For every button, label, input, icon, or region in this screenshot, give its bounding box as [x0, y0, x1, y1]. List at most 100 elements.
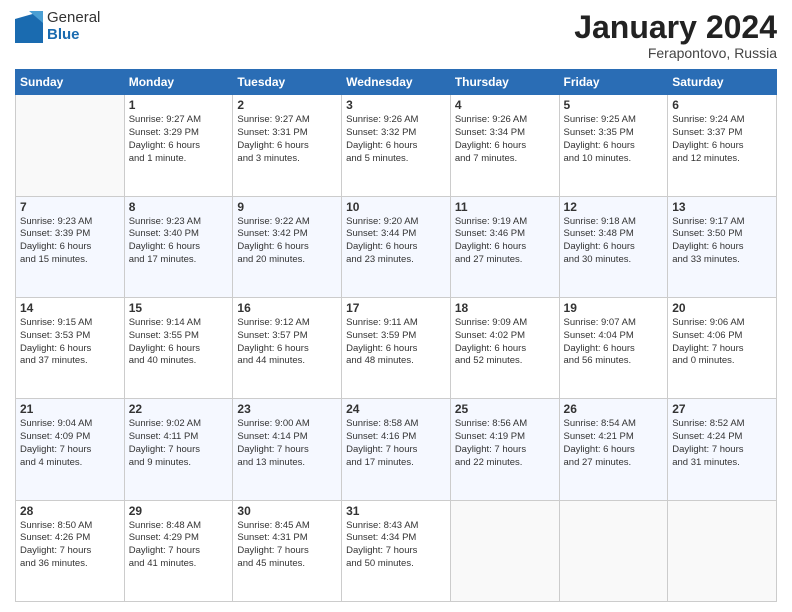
day-detail: Sunrise: 9:04 AM Sunset: 4:09 PM Dayligh… [20, 418, 120, 469]
header-wednesday: Wednesday [342, 70, 451, 95]
day-number: 7 [20, 200, 120, 214]
day-number: 11 [455, 200, 555, 214]
calendar-cell: 11Sunrise: 9:19 AM Sunset: 3:46 PM Dayli… [450, 196, 559, 297]
logo-icon [15, 11, 43, 43]
day-number: 8 [129, 200, 229, 214]
day-number: 6 [672, 98, 772, 112]
day-detail: Sunrise: 8:43 AM Sunset: 4:34 PM Dayligh… [346, 520, 446, 571]
logo: General Blue [15, 10, 100, 43]
calendar-cell: 26 Sunrise: 8:54 AM Sunset: 4:21 PM Dayli… [559, 399, 668, 500]
day-detail: Sunrise: 8:56 AM Sunset: 4:19 PM Dayligh… [455, 418, 555, 469]
calendar-cell: 17 Sunrise: 9:11 AM Sunset: 3:59 PM Dayli… [342, 297, 451, 398]
calendar-cell: 8 Sunrise: 9:23 AM Sunset: 3:40 PM Daylig… [124, 196, 233, 297]
header: General Blue January 2024 Ferapontovo, R… [15, 10, 777, 61]
day-detail: Sunrise: 9:00 AM Sunset: 4:14 PM Dayligh… [237, 418, 337, 469]
day-number: 27 [672, 402, 772, 416]
calendar-cell: 19Sunrise: 9:07 AM Sunset: 4:04 PM Dayli… [559, 297, 668, 398]
day-detail: Sunrise: 9:27 AM Sunset: 3:31 PM Dayligh… [237, 114, 337, 165]
calendar-cell [16, 95, 125, 196]
calendar-week-5: 28 Sunrise: 8:50 AM Sunset: 4:26 PM Dayli… [16, 500, 777, 601]
header-thursday: Thursday [450, 70, 559, 95]
calendar-cell: 7Sunrise: 9:23 AM Sunset: 3:39 PM Daylig… [16, 196, 125, 297]
day-detail: Sunrise: 9:24 AM Sunset: 3:37 PM Dayligh… [672, 114, 772, 165]
day-detail: Sunrise: 9:17 AM Sunset: 3:50 PM Dayligh… [672, 216, 772, 267]
day-detail: Sunrise: 8:50 AM Sunset: 4:26 PM Dayligh… [20, 520, 120, 571]
calendar-cell: 16 Sunrise: 9:12 AM Sunset: 3:57 PM Dayli… [233, 297, 342, 398]
calendar-cell: 30Sunrise: 8:45 AM Sunset: 4:31 PM Dayli… [233, 500, 342, 601]
calendar-header: Sunday Monday Tuesday Wednesday Thursday… [16, 70, 777, 95]
day-detail: Sunrise: 9:11 AM Sunset: 3:59 PM Dayligh… [346, 317, 446, 368]
calendar-week-4: 21 Sunrise: 9:04 AM Sunset: 4:09 PM Dayli… [16, 399, 777, 500]
day-number: 24 [346, 402, 446, 416]
calendar-cell: 20Sunrise: 9:06 AM Sunset: 4:06 PM Dayli… [668, 297, 777, 398]
header-row: Sunday Monday Tuesday Wednesday Thursday… [16, 70, 777, 95]
calendar-cell: 6 Sunrise: 9:24 AM Sunset: 3:37 PM Daylig… [668, 95, 777, 196]
calendar-body: 1 Sunrise: 9:27 AM Sunset: 3:29 PM Daylig… [16, 95, 777, 602]
day-number: 20 [672, 301, 772, 315]
calendar-cell: 9 Sunrise: 9:22 AM Sunset: 3:42 PM Daylig… [233, 196, 342, 297]
calendar-cell: 1 Sunrise: 9:27 AM Sunset: 3:29 PM Daylig… [124, 95, 233, 196]
day-detail: Sunrise: 9:26 AM Sunset: 3:34 PM Dayligh… [455, 114, 555, 165]
calendar-week-1: 1 Sunrise: 9:27 AM Sunset: 3:29 PM Daylig… [16, 95, 777, 196]
day-number: 1 [129, 98, 229, 112]
logo-text: General Blue [47, 10, 100, 43]
day-number: 9 [237, 200, 337, 214]
day-number: 2 [237, 98, 337, 112]
calendar-cell [668, 500, 777, 601]
header-tuesday: Tuesday [233, 70, 342, 95]
calendar-cell: 15 Sunrise: 9:14 AM Sunset: 3:55 PM Dayli… [124, 297, 233, 398]
header-sunday: Sunday [16, 70, 125, 95]
day-detail: Sunrise: 9:23 AM Sunset: 3:40 PM Dayligh… [129, 216, 229, 267]
day-number: 5 [564, 98, 664, 112]
day-detail: Sunrise: 8:48 AM Sunset: 4:29 PM Dayligh… [129, 520, 229, 571]
day-number: 28 [20, 504, 120, 518]
calendar-cell: 2 Sunrise: 9:27 AM Sunset: 3:31 PM Daylig… [233, 95, 342, 196]
header-friday: Friday [559, 70, 668, 95]
day-detail: Sunrise: 9:15 AM Sunset: 3:53 PM Dayligh… [20, 317, 120, 368]
day-number: 18 [455, 301, 555, 315]
calendar-cell: 29 Sunrise: 8:48 AM Sunset: 4:29 PM Dayli… [124, 500, 233, 601]
day-number: 25 [455, 402, 555, 416]
calendar-cell: 3Sunrise: 9:26 AM Sunset: 3:32 PM Daylig… [342, 95, 451, 196]
day-detail: Sunrise: 8:54 AM Sunset: 4:21 PM Dayligh… [564, 418, 664, 469]
day-number: 15 [129, 301, 229, 315]
calendar-cell [450, 500, 559, 601]
day-detail: Sunrise: 9:20 AM Sunset: 3:44 PM Dayligh… [346, 216, 446, 267]
logo-blue-text: Blue [47, 27, 100, 44]
day-number: 21 [20, 402, 120, 416]
calendar-cell: 13 Sunrise: 9:17 AM Sunset: 3:50 PM Dayli… [668, 196, 777, 297]
day-number: 23 [237, 402, 337, 416]
day-detail: Sunrise: 9:22 AM Sunset: 3:42 PM Dayligh… [237, 216, 337, 267]
day-detail: Sunrise: 8:58 AM Sunset: 4:16 PM Dayligh… [346, 418, 446, 469]
day-number: 13 [672, 200, 772, 214]
day-number: 16 [237, 301, 337, 315]
day-number: 31 [346, 504, 446, 518]
header-monday: Monday [124, 70, 233, 95]
day-number: 14 [20, 301, 120, 315]
calendar-cell [559, 500, 668, 601]
day-detail: Sunrise: 9:02 AM Sunset: 4:11 PM Dayligh… [129, 418, 229, 469]
header-saturday: Saturday [668, 70, 777, 95]
calendar-cell: 24 Sunrise: 8:58 AM Sunset: 4:16 PM Dayli… [342, 399, 451, 500]
day-detail: Sunrise: 9:12 AM Sunset: 3:57 PM Dayligh… [237, 317, 337, 368]
day-number: 30 [237, 504, 337, 518]
calendar-week-3: 14 Sunrise: 9:15 AM Sunset: 3:53 PM Dayli… [16, 297, 777, 398]
day-number: 10 [346, 200, 446, 214]
day-number: 29 [129, 504, 229, 518]
day-detail: Sunrise: 9:18 AM Sunset: 3:48 PM Dayligh… [564, 216, 664, 267]
calendar-cell: 5 Sunrise: 9:25 AM Sunset: 3:35 PM Daylig… [559, 95, 668, 196]
calendar-cell: 21 Sunrise: 9:04 AM Sunset: 4:09 PM Dayli… [16, 399, 125, 500]
calendar-cell: 4Sunrise: 9:26 AM Sunset: 3:34 PM Daylig… [450, 95, 559, 196]
calendar-table: Sunday Monday Tuesday Wednesday Thursday… [15, 69, 777, 602]
day-detail: Sunrise: 9:27 AM Sunset: 3:29 PM Dayligh… [129, 114, 229, 165]
month-title: January 2024 [574, 10, 777, 45]
calendar-week-2: 7Sunrise: 9:23 AM Sunset: 3:39 PM Daylig… [16, 196, 777, 297]
calendar-cell: 28 Sunrise: 8:50 AM Sunset: 4:26 PM Dayli… [16, 500, 125, 601]
day-detail: Sunrise: 9:14 AM Sunset: 3:55 PM Dayligh… [129, 317, 229, 368]
day-detail: Sunrise: 8:52 AM Sunset: 4:24 PM Dayligh… [672, 418, 772, 469]
day-number: 17 [346, 301, 446, 315]
day-number: 26 [564, 402, 664, 416]
day-detail: Sunrise: 9:25 AM Sunset: 3:35 PM Dayligh… [564, 114, 664, 165]
calendar-cell: 22Sunrise: 9:02 AM Sunset: 4:11 PM Dayli… [124, 399, 233, 500]
calendar-cell: 27 Sunrise: 8:52 AM Sunset: 4:24 PM Dayli… [668, 399, 777, 500]
